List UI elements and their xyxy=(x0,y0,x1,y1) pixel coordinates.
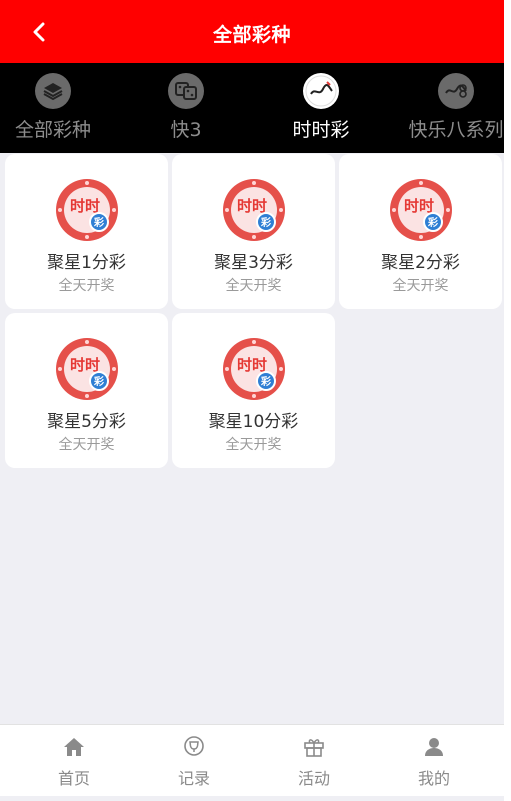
game-card[interactable]: 时时 彩 聚星1分彩 全天开奖 xyxy=(5,154,168,309)
game-name: 聚星2分彩 xyxy=(381,253,460,273)
tab-label: 全部彩种 xyxy=(14,119,91,141)
dice-icon xyxy=(168,73,204,109)
nav-label: 首页 xyxy=(57,769,90,788)
nav-records[interactable]: 记录 xyxy=(131,725,257,797)
svg-text:时时: 时时 xyxy=(69,356,99,374)
svg-text:彩: 彩 xyxy=(260,375,271,388)
page-title: 全部彩种 xyxy=(212,24,291,46)
layers-icon xyxy=(35,73,71,109)
game-subtitle: 全天开奖 xyxy=(225,437,282,453)
game-card[interactable]: 时时 彩 聚星5分彩 全天开奖 xyxy=(5,313,168,468)
svg-text:彩: 彩 xyxy=(260,216,271,229)
nav-label: 活动 xyxy=(297,769,330,788)
tab-all-lottery[interactable]: 全部彩种 xyxy=(0,63,118,153)
svg-text:时时: 时时 xyxy=(403,197,433,215)
trophy-icon xyxy=(184,736,204,756)
svg-text:彩: 彩 xyxy=(93,216,104,229)
ssc-game-icon: 时时 彩 xyxy=(55,338,118,400)
tab-shishicai[interactable]: 时时彩 xyxy=(256,63,386,153)
tab-label: 快3 xyxy=(170,119,202,141)
category-tabs: 全部彩种 快3 时时彩 快乐八系列 xyxy=(0,63,504,153)
ssc-game-icon: 时时 彩 xyxy=(222,338,285,400)
game-subtitle: 全天开奖 xyxy=(225,278,282,294)
user-icon xyxy=(425,738,443,756)
svg-text:彩: 彩 xyxy=(427,216,438,229)
svg-text:时时: 时时 xyxy=(69,197,99,215)
bottom-nav: 首页 记录 活动 我的 xyxy=(0,724,504,796)
home-icon xyxy=(64,738,84,756)
app: 全部彩种 全部彩种 快3 时时彩 快乐八系列 时时 彩 聚星1分彩 全天开奖 时… xyxy=(0,0,504,801)
header-bar: 全部彩种 xyxy=(0,0,504,63)
ssc-logo-icon xyxy=(303,73,339,109)
nav-profile[interactable]: 我的 xyxy=(371,725,497,797)
gift-icon xyxy=(304,739,324,757)
nav-label: 记录 xyxy=(177,769,210,788)
game-name: 聚星3分彩 xyxy=(214,253,293,273)
game-card[interactable]: 时时 彩 聚星10分彩 全天开奖 xyxy=(172,313,335,468)
tab-label: 时时彩 xyxy=(292,119,350,141)
game-card[interactable]: 时时 彩 聚星2分彩 全天开奖 xyxy=(339,154,502,309)
svg-text:时时: 时时 xyxy=(236,356,266,374)
ssc-game-icon: 时时 彩 xyxy=(55,179,118,241)
ssc-game-icon: 时时 彩 xyxy=(222,179,285,241)
game-name: 聚星1分彩 xyxy=(47,253,126,273)
game-card[interactable]: 时时 彩 聚星3分彩 全天开奖 xyxy=(172,154,335,309)
kl8-logo-icon xyxy=(438,73,474,109)
game-name: 聚星10分彩 xyxy=(208,412,299,432)
svg-text:彩: 彩 xyxy=(93,375,104,388)
tab-label: 快乐八系列 xyxy=(408,119,504,141)
tab-kuai3[interactable]: 快3 xyxy=(121,63,251,153)
game-name: 聚星5分彩 xyxy=(47,412,126,432)
nav-label: 我的 xyxy=(417,769,450,788)
game-subtitle: 全天开奖 xyxy=(392,278,449,294)
ssc-game-icon: 时时 彩 xyxy=(389,179,452,241)
tab-kuaile8[interactable]: 快乐八系列 xyxy=(391,63,504,153)
game-subtitle: 全天开奖 xyxy=(58,437,115,453)
game-subtitle: 全天开奖 xyxy=(58,278,115,294)
nav-activities[interactable]: 活动 xyxy=(251,725,377,797)
nav-home[interactable]: 首页 xyxy=(11,725,137,797)
svg-text:时时: 时时 xyxy=(236,197,266,215)
